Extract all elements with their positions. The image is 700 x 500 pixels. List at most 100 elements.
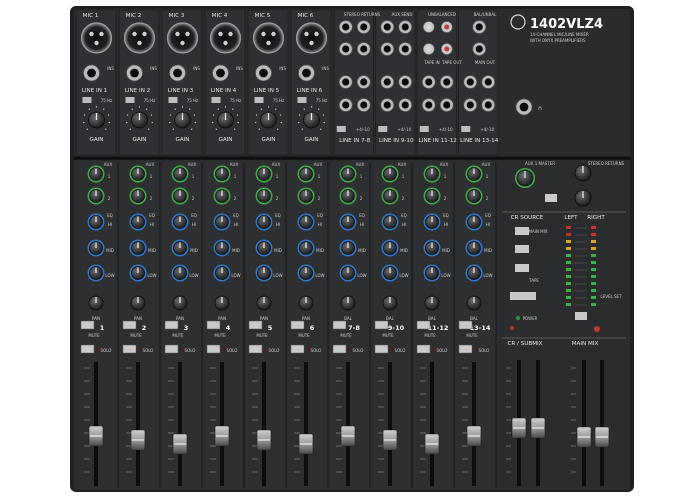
aux1-knob-2[interactable] — [129, 165, 147, 183]
top-jack-a-2[interactable] — [380, 20, 395, 34]
top-jack-b-2[interactable] — [398, 20, 413, 34]
gain-knob-4[interactable] — [217, 111, 234, 129]
rca-jack-1[interactable] — [422, 21, 435, 33]
mute-button-4[interactable] — [206, 320, 221, 330]
solo-button-3[interactable] — [164, 344, 179, 354]
stereo-return-knob-1[interactable] — [574, 164, 592, 182]
eq-hi-knob-8[interactable] — [381, 213, 399, 231]
top-jack-c-1[interactable] — [338, 42, 353, 56]
main-out-jack-r[interactable] — [472, 42, 487, 56]
stereo-line-jack-l-2[interactable] — [380, 75, 395, 89]
eq-mid-knob-7[interactable] — [339, 239, 357, 257]
xlr-input-1[interactable] — [80, 22, 113, 54]
rca-jack-2[interactable] — [440, 21, 453, 33]
aux2-knob-7[interactable] — [339, 187, 357, 205]
low-cut-switch-3[interactable] — [168, 97, 178, 103]
solo-button-10[interactable] — [458, 344, 473, 354]
eq-mid-knob-8[interactable] — [381, 239, 399, 257]
aux2-knob-3[interactable] — [171, 187, 189, 205]
stereo-line-jack-r2-1[interactable] — [356, 98, 371, 112]
cr-alt-button[interactable] — [515, 245, 529, 253]
eq-hi-knob-10[interactable] — [465, 213, 483, 231]
aux1-knob-4[interactable] — [213, 165, 231, 183]
solo-button-8[interactable] — [374, 344, 389, 354]
aux1-knob-1[interactable] — [87, 165, 105, 183]
aux1-knob-8[interactable] — [381, 165, 399, 183]
mute-button-9[interactable] — [416, 320, 431, 330]
line-input-jack-1[interactable] — [83, 64, 100, 82]
stereo-line-jack-l2-2[interactable] — [380, 98, 395, 112]
level-switch-3[interactable] — [419, 126, 429, 132]
level-switch-2[interactable] — [378, 126, 388, 132]
stereo-line-jack-l-3[interactable] — [421, 75, 436, 89]
pan-knob-8[interactable] — [382, 295, 398, 311]
stereo-line-jack-r2-4[interactable] — [481, 98, 496, 112]
eq-mid-knob-3[interactable] — [171, 239, 189, 257]
xlr-input-4[interactable] — [209, 22, 242, 54]
eq-low-knob-3[interactable] — [171, 264, 189, 282]
level-switch-1[interactable] — [336, 126, 346, 132]
mute-button-3[interactable] — [164, 320, 179, 330]
pan-knob-10[interactable] — [466, 295, 482, 311]
solo-button-2[interactable] — [122, 344, 137, 354]
solo-button-6[interactable] — [290, 344, 305, 354]
eq-hi-knob-2[interactable] — [129, 213, 147, 231]
eq-low-knob-6[interactable] — [297, 264, 315, 282]
stereo-line-jack-r-1[interactable] — [356, 75, 371, 89]
stereo-line-jack-r2-2[interactable] — [398, 98, 413, 112]
aux2-knob-4[interactable] — [213, 187, 231, 205]
solo-button-1[interactable] — [80, 344, 95, 354]
eq-low-knob-10[interactable] — [465, 264, 483, 282]
eq-mid-knob-6[interactable] — [297, 239, 315, 257]
top-jack-b-1[interactable] — [356, 20, 371, 34]
eq-low-knob-8[interactable] — [381, 264, 399, 282]
pan-knob-5[interactable] — [256, 295, 272, 311]
top-jack-d-2[interactable] — [398, 42, 413, 56]
xlr-input-2[interactable] — [123, 22, 156, 54]
mute-button-2[interactable] — [122, 320, 137, 330]
low-cut-switch-6[interactable] — [297, 97, 307, 103]
eq-low-knob-9[interactable] — [423, 264, 441, 282]
eq-low-knob-5[interactable] — [255, 264, 273, 282]
line-input-jack-4[interactable] — [212, 64, 229, 82]
stereo-line-jack-l2-3[interactable] — [421, 98, 436, 112]
mute-button-8[interactable] — [374, 320, 389, 330]
aux2-knob-5[interactable] — [255, 187, 273, 205]
pan-knob-3[interactable] — [172, 295, 188, 311]
aux2-knob-1[interactable] — [87, 187, 105, 205]
solo-button-9[interactable] — [416, 344, 431, 354]
pan-knob-4[interactable] — [214, 295, 230, 311]
top-jack-d-1[interactable] — [356, 42, 371, 56]
eq-mid-knob-4[interactable] — [213, 239, 231, 257]
line-input-jack-5[interactable] — [255, 64, 272, 82]
solo-button-4[interactable] — [206, 344, 221, 354]
eq-mid-knob-9[interactable] — [423, 239, 441, 257]
aux2-knob-8[interactable] — [381, 187, 399, 205]
pan-knob-1[interactable] — [88, 295, 104, 311]
mute-button-6[interactable] — [290, 320, 305, 330]
low-cut-switch-4[interactable] — [211, 97, 221, 103]
gain-knob-6[interactable] — [303, 111, 320, 129]
tape-to-main-button[interactable] — [510, 292, 536, 300]
level-switch-4[interactable] — [461, 126, 471, 132]
aux2-knob-9[interactable] — [423, 187, 441, 205]
aux2-knob-10[interactable] — [465, 187, 483, 205]
mute-button-5[interactable] — [248, 320, 263, 330]
eq-low-knob-7[interactable] — [339, 264, 357, 282]
low-cut-switch-2[interactable] — [125, 97, 135, 103]
eq-hi-knob-1[interactable] — [87, 213, 105, 231]
main-out-jack-l[interactable] — [472, 20, 487, 34]
stereo-line-jack-l2-1[interactable] — [338, 98, 353, 112]
aux1-knob-3[interactable] — [171, 165, 189, 183]
gain-knob-3[interactable] — [174, 111, 191, 129]
stereo-line-jack-r-3[interactable] — [439, 75, 454, 89]
gain-knob-5[interactable] — [260, 111, 277, 129]
eq-low-knob-4[interactable] — [213, 264, 231, 282]
aux1-knob-10[interactable] — [465, 165, 483, 183]
solo-button-5[interactable] — [248, 344, 263, 354]
cr-tape-button[interactable] — [515, 264, 529, 272]
top-jack-a-1[interactable] — [338, 20, 353, 34]
main-solo-button[interactable] — [575, 312, 587, 320]
line-input-jack-2[interactable] — [126, 64, 143, 82]
aux1-knob-7[interactable] — [339, 165, 357, 183]
